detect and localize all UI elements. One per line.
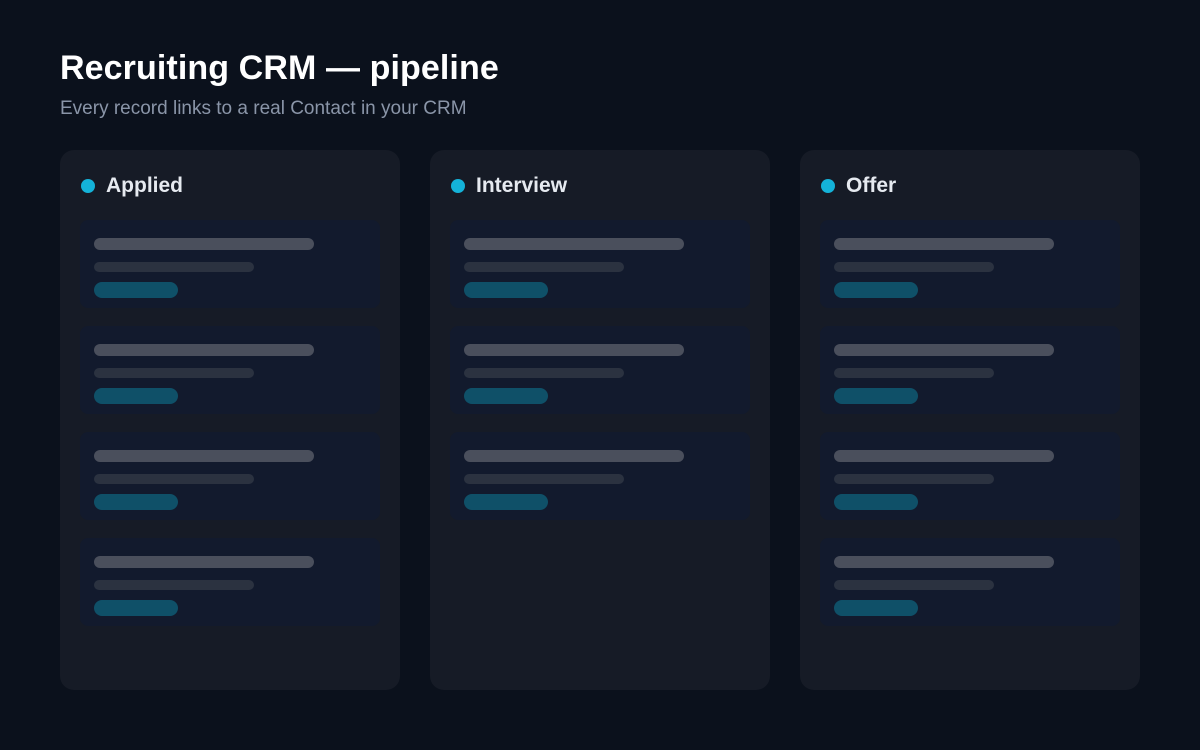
card-name-placeholder: [834, 450, 1054, 462]
card-detail-placeholder: [94, 474, 254, 484]
card-tag-placeholder: [94, 282, 178, 298]
card-detail-placeholder: [94, 368, 254, 378]
pipeline-page: Recruiting CRM — pipeline Every record l…: [0, 0, 1200, 750]
card-detail-placeholder: [94, 580, 254, 590]
card-list-offer: [820, 220, 1120, 644]
status-dot-icon: [821, 179, 835, 193]
status-dot-icon: [451, 179, 465, 193]
page-subtitle: Every record links to a real Contact in …: [60, 98, 467, 119]
candidate-card[interactable]: [80, 538, 380, 626]
column-header: Interview: [451, 172, 567, 200]
candidate-card[interactable]: [450, 220, 750, 308]
card-name-placeholder: [94, 344, 314, 356]
card-name-placeholder: [94, 556, 314, 568]
card-name-placeholder: [834, 344, 1054, 356]
candidate-card[interactable]: [820, 538, 1120, 626]
card-tag-placeholder: [464, 388, 548, 404]
card-detail-placeholder: [464, 474, 624, 484]
card-detail-placeholder: [834, 580, 994, 590]
card-tag-placeholder: [94, 494, 178, 510]
column-title-applied: Applied: [106, 174, 183, 197]
candidate-card[interactable]: [820, 326, 1120, 414]
column-header: Applied: [81, 172, 183, 200]
candidate-card[interactable]: [80, 326, 380, 414]
card-detail-placeholder: [834, 474, 994, 484]
card-detail-placeholder: [464, 368, 624, 378]
candidate-card[interactable]: [820, 220, 1120, 308]
column-applied: Applied: [60, 150, 400, 690]
column-offer: Offer: [800, 150, 1140, 690]
card-name-placeholder: [834, 238, 1054, 250]
column-title-offer: Offer: [846, 174, 897, 197]
card-tag-placeholder: [834, 600, 918, 616]
card-name-placeholder: [834, 556, 1054, 568]
column-title-interview: Interview: [476, 174, 568, 197]
candidate-card[interactable]: [820, 432, 1120, 520]
column-header: Offer: [821, 172, 896, 200]
card-detail-placeholder: [834, 262, 994, 272]
card-name-placeholder: [464, 238, 684, 250]
card-detail-placeholder: [94, 262, 254, 272]
card-name-placeholder: [94, 450, 314, 462]
page-title: Recruiting CRM — pipeline: [60, 49, 499, 87]
candidate-card[interactable]: [80, 220, 380, 308]
card-tag-placeholder: [834, 282, 918, 298]
card-tag-placeholder: [834, 388, 918, 404]
column-interview: Interview: [430, 150, 770, 690]
candidate-card[interactable]: [450, 326, 750, 414]
card-list-applied: [80, 220, 380, 644]
card-tag-placeholder: [94, 388, 178, 404]
pipeline-board: Applied Interview Offer: [60, 150, 1140, 690]
card-detail-placeholder: [834, 368, 994, 378]
candidate-card[interactable]: [450, 432, 750, 520]
card-tag-placeholder: [94, 600, 178, 616]
card-name-placeholder: [464, 344, 684, 356]
card-tag-placeholder: [464, 494, 548, 510]
card-tag-placeholder: [834, 494, 918, 510]
card-list-interview: [450, 220, 750, 538]
status-dot-icon: [81, 179, 95, 193]
candidate-card[interactable]: [80, 432, 380, 520]
card-name-placeholder: [464, 450, 684, 462]
card-detail-placeholder: [464, 262, 624, 272]
card-name-placeholder: [94, 238, 314, 250]
card-tag-placeholder: [464, 282, 548, 298]
